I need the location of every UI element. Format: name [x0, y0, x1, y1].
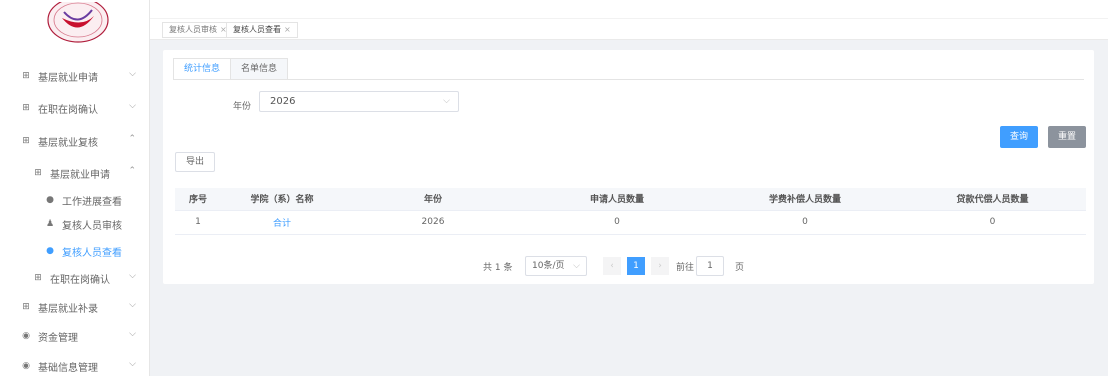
- next-page-button[interactable]: ›: [651, 257, 669, 275]
- page-number-current[interactable]: 1: [627, 257, 645, 275]
- person-icon: ♟: [45, 219, 55, 229]
- eye-icon: ●: [46, 246, 54, 256]
- tags-bar: 复核人员审核 × 复核人员查看 ×: [150, 18, 1108, 40]
- pagination-total: 共 1 条: [483, 263, 513, 273]
- chevron-up-icon: ⌃: [128, 134, 136, 144]
- book-icon: ⊞: [22, 103, 30, 113]
- column-header-college: 学院（系）名称: [221, 188, 343, 211]
- close-icon[interactable]: ×: [284, 25, 291, 34]
- sidebar-item[interactable]: ⊞ 基层就业申请 ⌵: [0, 66, 150, 86]
- statistics-table: 序号 学院（系）名称 年份 申请人员数量 学费补偿人员数量 贷款代偿人员数量 1…: [175, 188, 1086, 235]
- sidebar-item-label: 基层就业申请: [38, 72, 98, 84]
- prev-page-button[interactable]: ‹: [603, 257, 621, 275]
- cell-loan-comp: 0: [899, 210, 1086, 235]
- chevron-down-icon: ⌵: [129, 69, 136, 79]
- sidebar-item[interactable]: ⊞ 基层就业补录 ⌵: [0, 297, 150, 317]
- year-select-value: 2026: [270, 96, 296, 107]
- page-size-select[interactable]: 10条/页 ⌵: [525, 256, 587, 276]
- eye-icon: ●: [46, 195, 54, 205]
- goto-page-input[interactable]: 1: [696, 256, 724, 276]
- book-icon: ⊞: [34, 168, 42, 178]
- main-area: 复核人员审核 × 复核人员查看 × 统计信息 名单信息 年份 2026 ⌵ 查询 重…: [150, 0, 1108, 376]
- page-size-value: 10条/页: [532, 261, 565, 271]
- sidebar-item-label: 基础信息管理: [38, 362, 98, 374]
- reset-button[interactable]: 重置: [1048, 126, 1086, 148]
- table-header-row: 序号 学院（系）名称 年份 申请人员数量 学费补偿人员数量 贷款代偿人员数量: [175, 188, 1086, 211]
- topbar: [150, 0, 1108, 18]
- cell-applicants: 0: [523, 210, 711, 235]
- book-icon: ⊞: [22, 71, 30, 81]
- sidebar-item-label: 在职在岗确认: [50, 274, 110, 286]
- chevron-down-icon: ⌵: [129, 359, 136, 369]
- page-word: 页: [735, 263, 745, 273]
- sidebar-item-label: 基层就业补录: [38, 303, 98, 315]
- sidebar-item[interactable]: ⊞ 基层就业申请 ⌃: [0, 163, 150, 183]
- column-header-applicants: 申请人员数量: [523, 188, 711, 211]
- chevron-down-icon: ⌵: [443, 96, 450, 106]
- book-icon: ⊞: [34, 273, 42, 283]
- cell-year: 2026: [343, 210, 523, 235]
- sidebar-item[interactable]: ● 复核人员查看: [0, 241, 150, 261]
- cell-college-link[interactable]: 合计: [221, 210, 343, 235]
- logo: [47, 2, 109, 43]
- chevron-down-icon: ⌵: [129, 329, 136, 339]
- goto-label: 前往: [676, 263, 695, 273]
- year-select[interactable]: 2026 ⌵: [259, 91, 459, 112]
- chevron-down-icon: ⌵: [129, 300, 136, 310]
- sidebar-item-label: 复核人员审核: [62, 220, 122, 232]
- sidebar-item[interactable]: ◉ 基础信息管理 ⌵: [0, 356, 150, 376]
- tag-label: 复核人员查看: [233, 25, 281, 34]
- book-icon: ⊞: [22, 136, 30, 146]
- content-card: 统计信息 名单信息 年份 2026 ⌵ 查询 重置 导出 序号 学院（系）名称 …: [163, 50, 1094, 284]
- search-button[interactable]: 查询: [1000, 126, 1038, 148]
- cell-tuition-comp: 0: [711, 210, 899, 235]
- sidebar-item-label: 基层就业申请: [50, 169, 110, 181]
- column-header-tuition-comp: 学费补偿人员数量: [711, 188, 899, 211]
- sidebar-item-label: 工作进展查看: [62, 196, 122, 208]
- tag-review-audit[interactable]: 复核人员审核 ×: [162, 22, 234, 38]
- money-icon: ◉: [22, 331, 30, 341]
- sidebar-item[interactable]: ♟ 复核人员审核: [0, 214, 150, 234]
- tag-review-view[interactable]: 复核人员查看 ×: [226, 22, 298, 38]
- column-header-loan-comp: 贷款代偿人员数量: [899, 188, 1086, 211]
- chevron-down-icon: ⌵: [129, 101, 136, 111]
- tabs: 统计信息 名单信息: [173, 58, 289, 80]
- sidebar-item-label: 基层就业复核: [38, 137, 98, 149]
- sidebar-item-label: 复核人员查看: [62, 247, 122, 259]
- tabs-divider: [173, 79, 1084, 80]
- sidebar-item[interactable]: ⊞ 在职在岗确认 ⌵: [0, 98, 150, 118]
- sidebar: ⊞ 基层就业申请 ⌵ ⊞ 在职在岗确认 ⌵ ⊞ 基层就业复核 ⌃ ⊞ 基层就业申请 ⌃ ● 工作进展查看 ♟…: [0, 0, 150, 376]
- sidebar-item[interactable]: ⊞ 基层就业复核 ⌃: [0, 131, 150, 151]
- export-button[interactable]: 导出: [175, 152, 215, 172]
- column-header-year: 年份: [343, 188, 523, 211]
- table-row: 1 合计 2026 0 0 0: [175, 210, 1086, 235]
- chevron-down-icon: ⌵: [129, 271, 136, 281]
- chevron-up-icon: ⌃: [128, 166, 136, 176]
- sidebar-item-label: 在职在岗确认: [38, 104, 98, 116]
- tag-label: 复核人员审核: [169, 25, 217, 34]
- tab-statistics[interactable]: 统计信息: [173, 58, 232, 80]
- book-icon: ⊞: [22, 302, 30, 312]
- pagination: 共 1 条 10条/页 ⌵ ‹ 1 › 前往 1 页: [163, 256, 1094, 276]
- sidebar-item[interactable]: ◉ 资金管理 ⌵: [0, 326, 150, 346]
- sidebar-item[interactable]: ● 工作进展查看: [0, 190, 150, 210]
- column-header-index: 序号: [175, 188, 221, 211]
- sidebar-item-label: 资金管理: [38, 332, 78, 344]
- sidebar-item[interactable]: ⊞ 在职在岗确认 ⌵: [0, 268, 150, 288]
- cell-index: 1: [175, 210, 221, 235]
- year-label: 年份: [233, 102, 252, 112]
- chevron-down-icon: ⌵: [573, 261, 580, 271]
- tab-list-info[interactable]: 名单信息: [230, 58, 289, 80]
- money-icon: ◉: [22, 361, 30, 371]
